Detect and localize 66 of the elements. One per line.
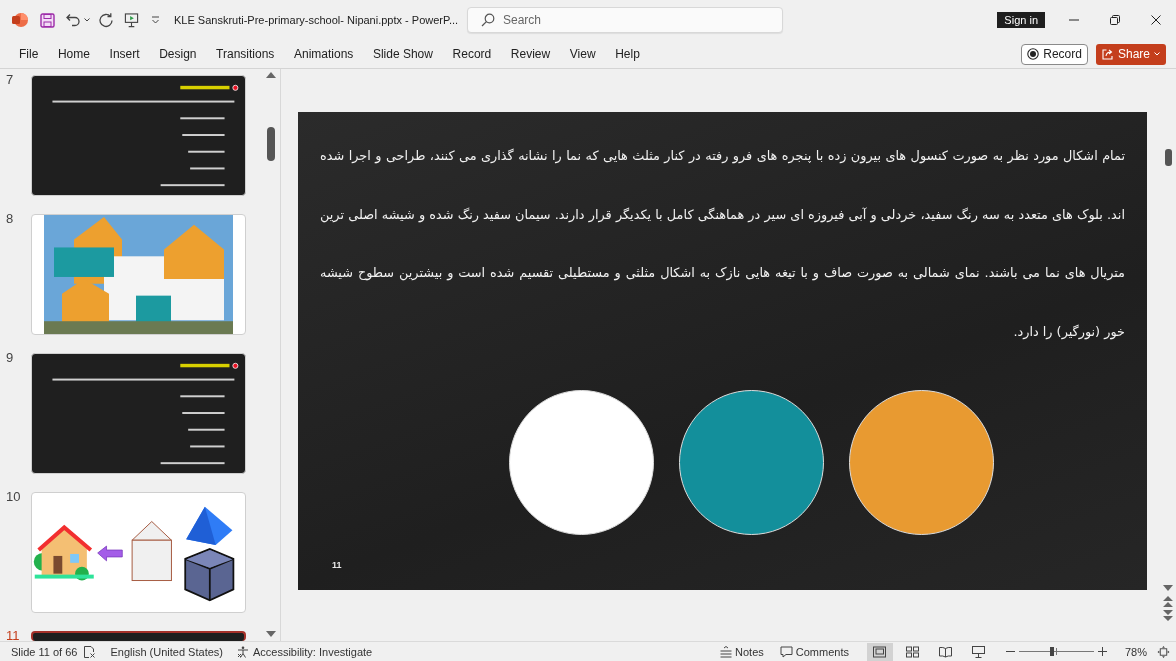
close-icon [1150, 15, 1161, 25]
previous-slide-icon[interactable] [1163, 596, 1173, 607]
next-slide-icon[interactable] [1163, 610, 1173, 621]
restore-icon [1109, 15, 1120, 25]
slide-number-label: 8 [5, 211, 15, 227]
slide-number-label: 10 [5, 489, 22, 505]
notes-icon [720, 645, 733, 658]
slide-sorter-icon [906, 645, 920, 658]
save-icon[interactable] [40, 12, 55, 28]
share-button[interactable]: Share [1095, 43, 1166, 65]
redo-icon[interactable] [98, 12, 114, 28]
zoom-level-button[interactable]: 78% [1124, 645, 1147, 658]
zoom-in-icon[interactable] [1097, 647, 1107, 656]
slide-thumbnail[interactable] [31, 631, 246, 641]
arrow-icon [97, 545, 123, 562]
ribbon-tab[interactable]: Transitions [208, 43, 283, 65]
sign-in-button[interactable]: Sign in [997, 12, 1045, 28]
slide-number-label: 9 [5, 350, 15, 366]
record-button[interactable]: Record [1021, 43, 1088, 65]
accessibility-icon[interactable] [236, 645, 249, 658]
view-button[interactable] [866, 642, 893, 661]
app-logo-icon [12, 12, 28, 28]
fit-to-window-icon[interactable] [1157, 645, 1170, 658]
ribbon-tab[interactable]: Slide Show [364, 43, 441, 65]
comments-icon [779, 645, 793, 658]
undo-icon[interactable] [65, 12, 81, 28]
share-icon [1101, 48, 1114, 60]
cube-icon [184, 548, 235, 602]
zoom-slider-thumb[interactable] [1049, 647, 1054, 656]
accessibility-button[interactable]: Accessibility: Investigate [252, 645, 373, 658]
slide-counter: Slide 11 of 66 [11, 645, 78, 658]
house-icon [33, 524, 94, 581]
ribbon-tab[interactable]: Animations [285, 43, 362, 65]
scroll-down-icon[interactable] [1163, 585, 1173, 591]
prism-icon [186, 506, 233, 546]
spell-check-icon[interactable] [83, 645, 96, 658]
slide-number-label: 7 [5, 72, 15, 88]
comments-button[interactable]: Comments [779, 645, 849, 658]
house-outline-icon [131, 521, 172, 581]
ribbon-tab[interactable]: Home [49, 43, 98, 65]
record-icon [1027, 48, 1040, 60]
ribbon-tab[interactable]: File [11, 43, 47, 65]
search-field[interactable]: Search [467, 7, 783, 33]
slide-number: 11 [332, 560, 342, 570]
slide-number-label: 11 [5, 628, 21, 641]
document-title: KLE Sanskruti-Pre-primary-school- Nipani.pptx - PowerP... [174, 14, 459, 26]
ribbon-tab[interactable]: View [561, 43, 604, 65]
notes-button[interactable]: Notes [720, 645, 764, 658]
ribbon-tab[interactable]: Review [502, 43, 559, 65]
scroll-up-icon[interactable] [266, 72, 276, 78]
search-icon [481, 13, 495, 27]
slide-show-icon [972, 645, 986, 658]
slide-paragraph: تمام اشکال مورد نظر به صورت کنسول های بیرون زده با پنجره های فرو رفته در کنار مثلث هایی که نما را نشانه گذاری می کنند، طراحی و اجرا شده اند. بلوک های متعدد به سه رنگ سفید، خردلی و آبی فیروزه ای سیر در هماهنگی کامل با یکدیگر قرار دارند. سیمان سفید رنگ شده و شیشه اصلی ترین متریال های نما می باشند. نمای شمالی به صورت صاف و با تیغه هایی نازک به اشکال مثلثی و مستطیلی تقسیم شده است و بیشترین سطوح شیشه خور (نورگیر) را دارد. [320, 147, 1125, 342]
caret-icon [1154, 52, 1160, 56]
present-icon[interactable] [124, 12, 139, 28]
language-label[interactable]: English (United States) [110, 645, 223, 658]
reading-view-icon [939, 645, 953, 658]
scroll-down-icon[interactable] [266, 631, 276, 637]
scrollbar-thumb[interactable] [267, 127, 275, 161]
ribbon-tab[interactable]: Insert [101, 43, 148, 65]
caret-icon[interactable] [84, 18, 90, 22]
scrollbar-thumb[interactable] [1164, 149, 1172, 166]
normal-view-icon [873, 645, 887, 658]
ribbon-tab[interactable]: Design [151, 43, 205, 65]
ribbon-tab[interactable]: Record [444, 43, 500, 65]
ribbon-tab[interactable]: Help [607, 43, 648, 65]
